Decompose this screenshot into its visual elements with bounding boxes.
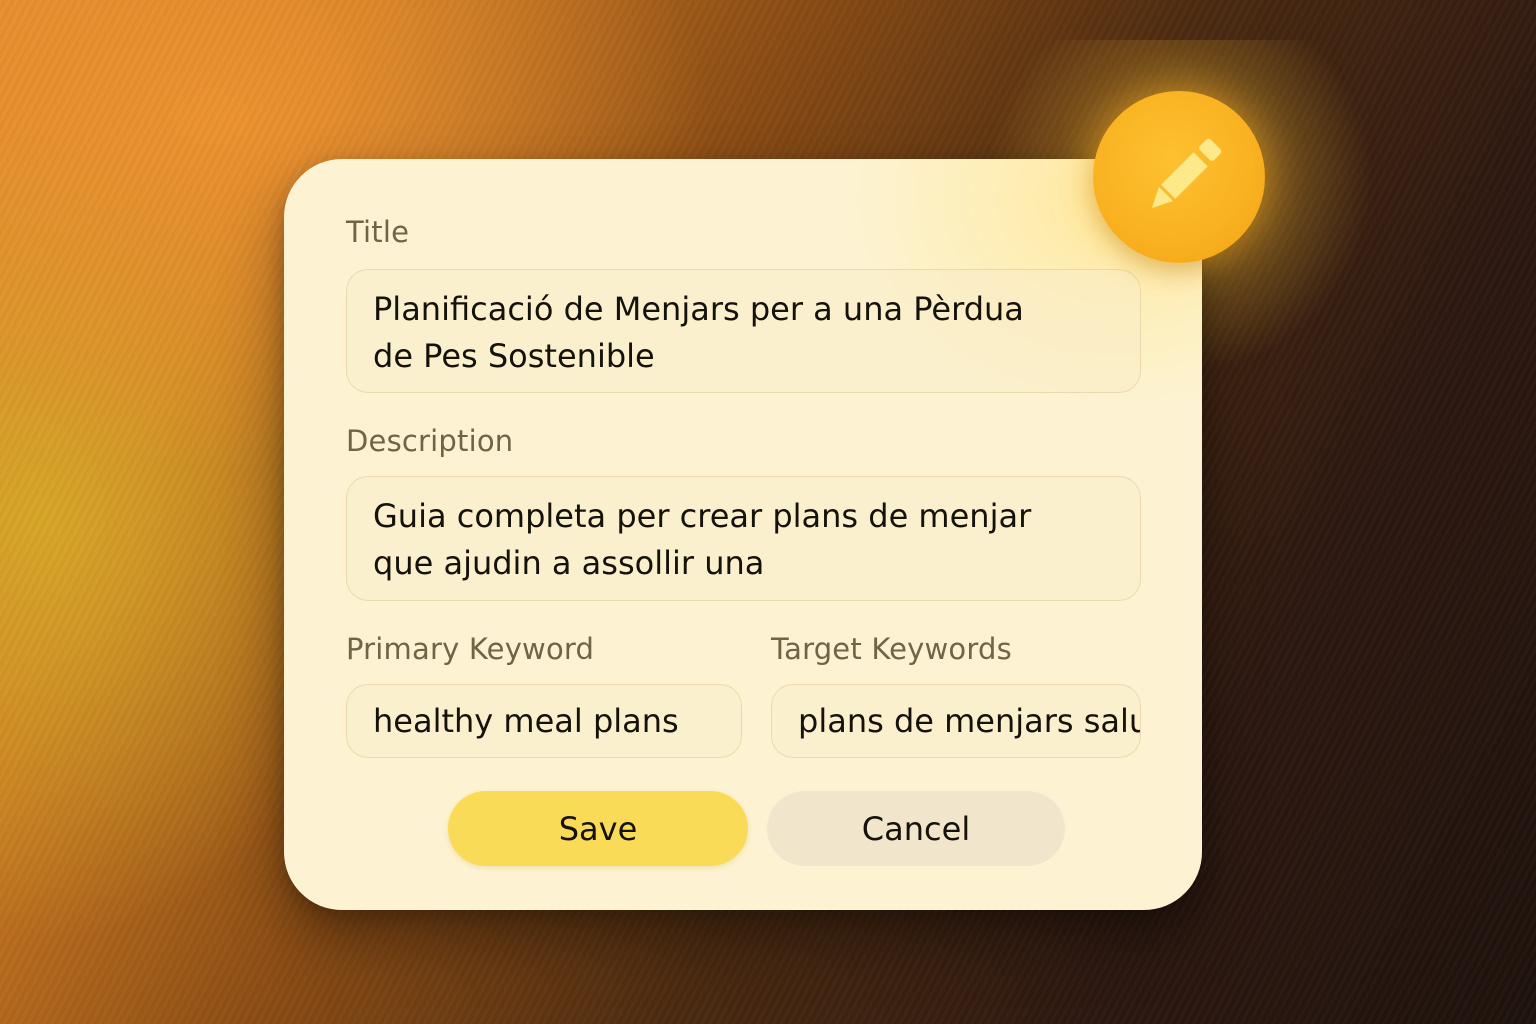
pencil-icon: [1151, 138, 1222, 209]
primary-keyword-label: Primary Keyword: [346, 632, 595, 666]
edit-button[interactable]: [1093, 91, 1265, 263]
description-input[interactable]: Guia completa per crear plans de menjar …: [346, 476, 1141, 601]
description-input-value: Guia completa per crear plans de menjar …: [373, 497, 1032, 582]
target-keywords-label: Target Keywords: [771, 632, 1012, 666]
title-input-value: Planificació de Menjars per a una Pèrdua…: [373, 290, 1024, 375]
primary-keyword-input[interactable]: healthy meal plans: [346, 684, 742, 758]
primary-keyword-input-value: healthy meal plans: [373, 702, 679, 740]
title-label: Title: [346, 215, 410, 249]
cancel-button[interactable]: Cancel: [767, 791, 1065, 866]
edit-form-card: Title Planificació de Menjars per a una …: [284, 159, 1202, 910]
target-keywords-input-value: plans de menjars salu: [798, 702, 1141, 740]
title-input[interactable]: Planificació de Menjars per a una Pèrdua…: [346, 269, 1141, 393]
save-button[interactable]: Save: [448, 791, 748, 866]
target-keywords-input[interactable]: plans de menjars salu: [771, 684, 1141, 758]
description-label: Description: [346, 424, 514, 458]
